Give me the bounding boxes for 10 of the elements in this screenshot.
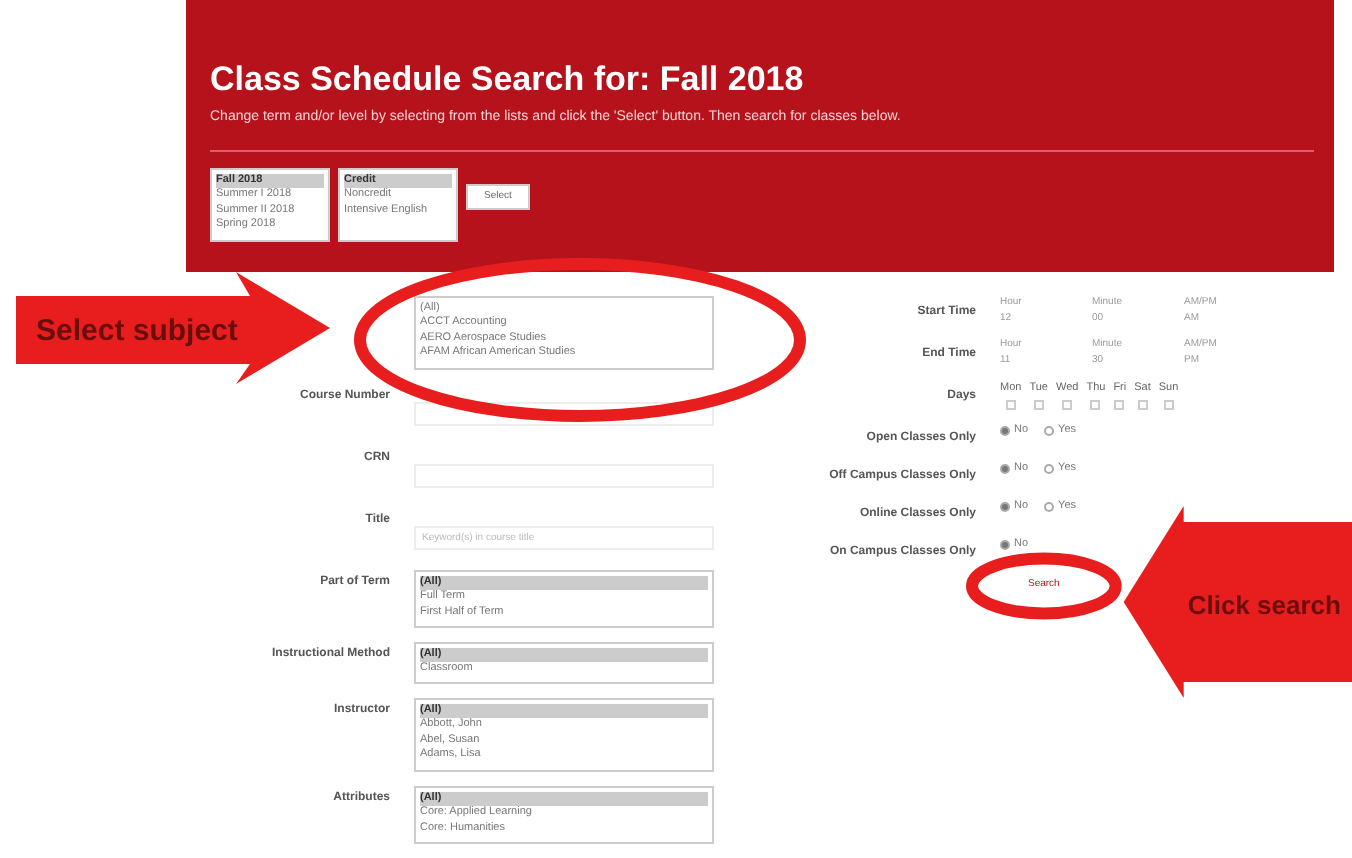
page-title: Class Schedule Search for: Fall 2018 [210, 60, 806, 101]
day-checkbox[interactable] [1114, 400, 1125, 411]
day-checkbox[interactable] [1005, 400, 1016, 411]
day-checkbox[interactable] [1033, 400, 1044, 411]
day-checkbox[interactable] [1090, 400, 1101, 411]
day-checkbox[interactable] [1137, 400, 1148, 411]
day-checkbox[interactable] [1163, 400, 1174, 411]
annotation-text: Select subject [36, 312, 238, 352]
annotation-text: Click search [1187, 588, 1341, 624]
day-checkbox[interactable] [1062, 400, 1073, 411]
